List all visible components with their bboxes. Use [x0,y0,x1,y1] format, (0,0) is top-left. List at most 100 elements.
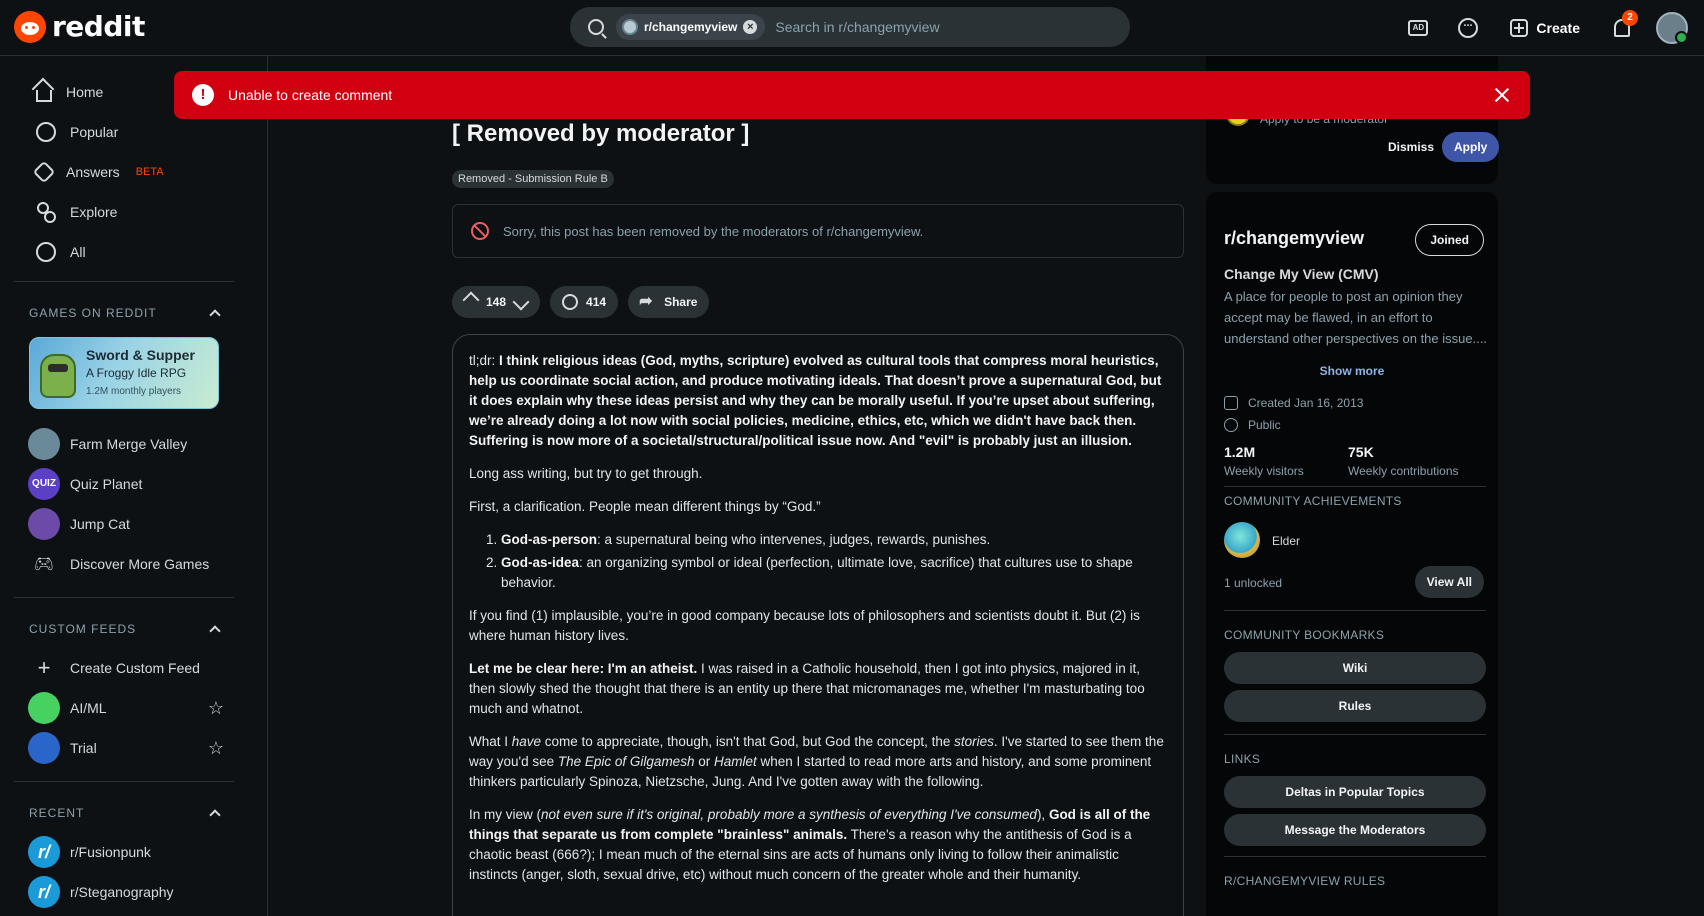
feed-item-ai-ml[interactable]: AI/ML ☆ [28,688,228,728]
weekly-visitors-label: Weekly visitors [1224,464,1304,478]
divider [1224,610,1486,611]
star-icon[interactable]: ☆ [208,738,224,759]
italic-text: have [511,734,542,749]
visibility-row: Public [1224,418,1281,432]
dismiss-button[interactable]: Dismiss [1388,140,1434,154]
search-input[interactable]: Search in r/changemyview [775,19,939,35]
post-flair[interactable]: Removed - Submission Rule B [452,170,614,188]
create-custom-feed[interactable]: + Create Custom Feed [28,648,228,688]
reddit-logo-icon [14,10,46,43]
gamepad-icon: 🎮︎ [33,556,55,573]
toast-message: Unable to create comment [228,87,393,103]
chat-button[interactable] [1450,10,1486,46]
comments-button[interactable]: 414 [550,286,619,318]
sidebar-divider [14,281,234,282]
subreddit-avatar-icon [622,19,638,35]
recent-section-header[interactable]: RECENT [29,806,221,821]
home-icon [36,90,52,102]
chevron-up-icon [209,809,221,821]
bookmarks-title: COMMUNITY BOOKMARKS [1224,628,1385,642]
recent-item-fusionpunk[interactable]: r/ r/Fusionpunk [28,832,228,872]
body-paragraph: First, a clarification. People mean diff… [469,499,821,514]
show-more-button[interactable]: Show more [1206,364,1498,378]
section-title: RECENT [29,806,85,820]
community-full-name: Change My View (CMV) [1224,266,1379,282]
elder-badge-icon [1224,522,1260,558]
game-label: Farm Merge Valley [70,436,188,452]
search-scope-chip[interactable]: r/changemyview × [616,14,766,40]
body-paragraph: Long ass writing, but try to get through… [469,466,703,481]
sidebar-item-explore[interactable]: Explore [20,192,235,232]
bookmark-rules-button[interactable]: Rules [1224,690,1486,722]
discover-more-games[interactable]: 🎮︎ Discover More Games [28,544,228,584]
removed-notice: Sorry, this post has been removed by the… [452,204,1184,258]
downvote-icon[interactable] [514,294,528,310]
paragraph-text: come to appreciate, though, isn't that G… [541,734,955,749]
chip-close-icon[interactable]: × [743,20,758,34]
game-item-jump-cat[interactable]: Jump Cat [28,504,228,544]
section-title: CUSTOM FEEDS [29,622,137,636]
all-icon [36,242,56,262]
notifications-button[interactable]: 2 [1604,10,1640,46]
apply-button[interactable]: Apply [1442,132,1500,162]
answers-icon [32,160,56,184]
game-card-title: Sword & Supper [86,347,195,363]
advertise-button[interactable]: AD [1400,10,1436,46]
reddit-logo[interactable]: reddit [14,10,145,43]
tldr-prefix: tl;dr: [469,353,496,368]
quiz-planet-icon: QUIZ [28,468,60,500]
ban-icon [471,222,489,240]
subreddit-icon: r/ [28,836,60,868]
star-icon[interactable]: ☆ [208,698,224,719]
list-term: God-as-idea [501,555,580,570]
alert-icon: ! [192,84,214,106]
recent-item-steganography[interactable]: r/ r/Steganography [28,872,228,912]
achievements-title: COMMUNITY ACHIEVEMENTS [1224,494,1402,508]
view-all-button[interactable]: View All [1414,566,1484,598]
list-item: God-as-person: a supernatural being who … [501,530,1167,550]
custom-feeds-section-header[interactable]: CUSTOM FEEDS [29,622,221,637]
list-term: God-as-person [501,532,598,547]
game-item-quiz-planet[interactable]: QUIZ Quiz Planet [28,464,228,504]
feed-icon [28,692,60,724]
share-button[interactable]: Share [628,286,710,318]
definitions-list: God-as-person: a supernatural being who … [501,530,1167,593]
rules-title: R/CHANGEMYVIEW RULES [1224,874,1386,888]
comment-icon [562,294,579,310]
body-paragraph: Let me be clear here: I'm an atheist. I … [469,659,1167,719]
search-bar[interactable]: r/changemyview × Search in r/changemyvie… [570,7,1130,47]
joined-button[interactable]: Joined [1415,224,1484,256]
vote-count: 148 [486,295,507,309]
sidebar-item-label: Answers [66,164,120,180]
chevron-up-icon [209,625,221,637]
share-label: Share [664,295,698,309]
close-icon[interactable] [1490,83,1514,107]
italic-text: stories [954,734,994,749]
bookmark-wiki-button[interactable]: Wiki [1224,652,1486,684]
upvote-icon[interactable] [464,294,478,310]
globe-icon [1224,418,1238,432]
featured-game-card[interactable]: Sword & Supper A Froggy Idle RPG 1.2M mo… [29,337,219,409]
recent-label: r/Steganography [70,884,174,900]
game-label: Discover More Games [70,556,210,572]
paragraph-text: What I [469,734,512,749]
visibility-label: Public [1248,418,1281,432]
message-moderators-button[interactable]: Message the Moderators [1224,814,1486,846]
chevron-up-icon [209,309,221,321]
created-date: Created Jan 16, 2013 [1248,396,1364,410]
feed-item-trial[interactable]: Trial ☆ [28,728,228,768]
paragraph-text: or [694,754,714,769]
sidebar-item-all[interactable]: All [20,232,235,272]
game-item-farm-merge-valley[interactable]: Farm Merge Valley [28,424,228,464]
community-name[interactable]: r/changemyview [1224,228,1364,249]
tldr-paragraph: tl;dr: I think religious ideas (God, myt… [469,351,1167,451]
chat-icon [1458,17,1479,38]
beta-badge: BETA [135,166,164,178]
games-section-header[interactable]: GAMES ON REDDIT [29,306,221,321]
sidebar-item-answers[interactable]: Answers BETA [20,152,235,192]
sidebar-item-label: Home [66,84,104,100]
user-menu-button[interactable] [1654,10,1690,46]
link-deltas-button[interactable]: Deltas in Popular Topics [1224,776,1486,808]
create-button[interactable]: Create [1500,10,1590,46]
paragraph-text: ), [1036,807,1049,822]
